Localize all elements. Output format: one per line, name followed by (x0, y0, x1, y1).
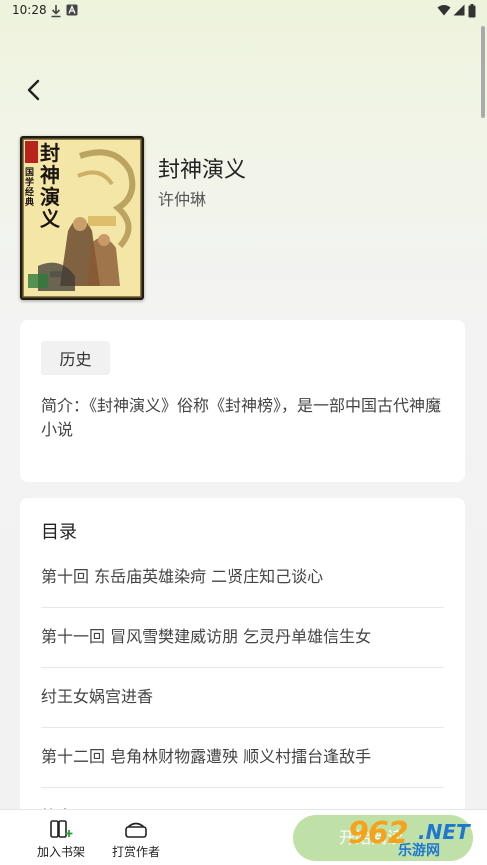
category-tag[interactable]: 历史 (41, 341, 110, 375)
book-title: 封神演义 (158, 158, 247, 183)
add-to-shelf-button[interactable]: 加入书架 (29, 818, 93, 860)
intro-card: 历史 简介：《封神演义》俗称《封神榜》，是一部中国古代神魔小说 (20, 320, 465, 482)
cover-title-text: 封神演义 (40, 141, 60, 231)
tip-author-button[interactable]: 打赏作者 (104, 818, 168, 860)
wifi-icon (437, 5, 451, 16)
cover-series-text: 国学经典 (25, 168, 35, 208)
signal-icon (453, 4, 465, 16)
book-cover-illustration: ▒▒▒▒ (22, 138, 142, 298)
a-badge-icon (66, 4, 78, 16)
toc-title: 目录 (41, 522, 77, 543)
add-to-shelf-label: 加入书架 (36, 845, 85, 859)
book-author[interactable]: 许仲琳 (158, 186, 206, 210)
battery-icon (468, 4, 476, 18)
chevron-left-icon (27, 79, 40, 101)
status-time: 10:28 (12, 3, 47, 17)
chapter-item[interactable]: 第十二回 皂角林财物露遭殃 顺义村擂台逢敌手 (41, 728, 444, 788)
back-button[interactable] (22, 76, 48, 104)
status-bar: 10:28 (0, 0, 487, 24)
chapter-list: 第十回 东岳庙英雄染疴 二贤庄知己谈心 第十一回 冒风雪樊建威访朋 乞灵丹单雄信… (41, 548, 444, 838)
tip-author-label: 打赏作者 (111, 845, 160, 859)
site-watermark-logo: 962 .NET 乐游网 (348, 816, 478, 860)
chapter-item[interactable]: 纣王女娲宫进香 (41, 668, 444, 728)
svg-text:▒▒▒▒: ▒▒▒▒ (50, 271, 66, 278)
bookshelf-add-icon (50, 820, 73, 838)
chapter-item[interactable]: 第十一回 冒风雪樊建威访朋 乞灵丹单雄信生女 (41, 608, 444, 668)
book-description: 简介：《封神演义》俗称《封神榜》，是一部中国古代神魔小说 (41, 396, 442, 439)
scroll-indicator[interactable] (481, 26, 485, 118)
toc-card: 目录 第十回 东岳庙英雄染疴 二贤庄知己谈心 第十一回 冒风雪樊建威访朋 乞灵丹… (20, 498, 465, 838)
book-cover[interactable]: ▒▒▒▒ 封神演义 国学经典 (20, 136, 144, 300)
chapter-item[interactable]: 第十回 东岳庙英雄染疴 二贤庄知己谈心 (41, 548, 444, 608)
download-icon (51, 5, 61, 18)
gift-box-icon (125, 822, 147, 838)
watermark-site-name: 乐游网 (398, 843, 440, 859)
